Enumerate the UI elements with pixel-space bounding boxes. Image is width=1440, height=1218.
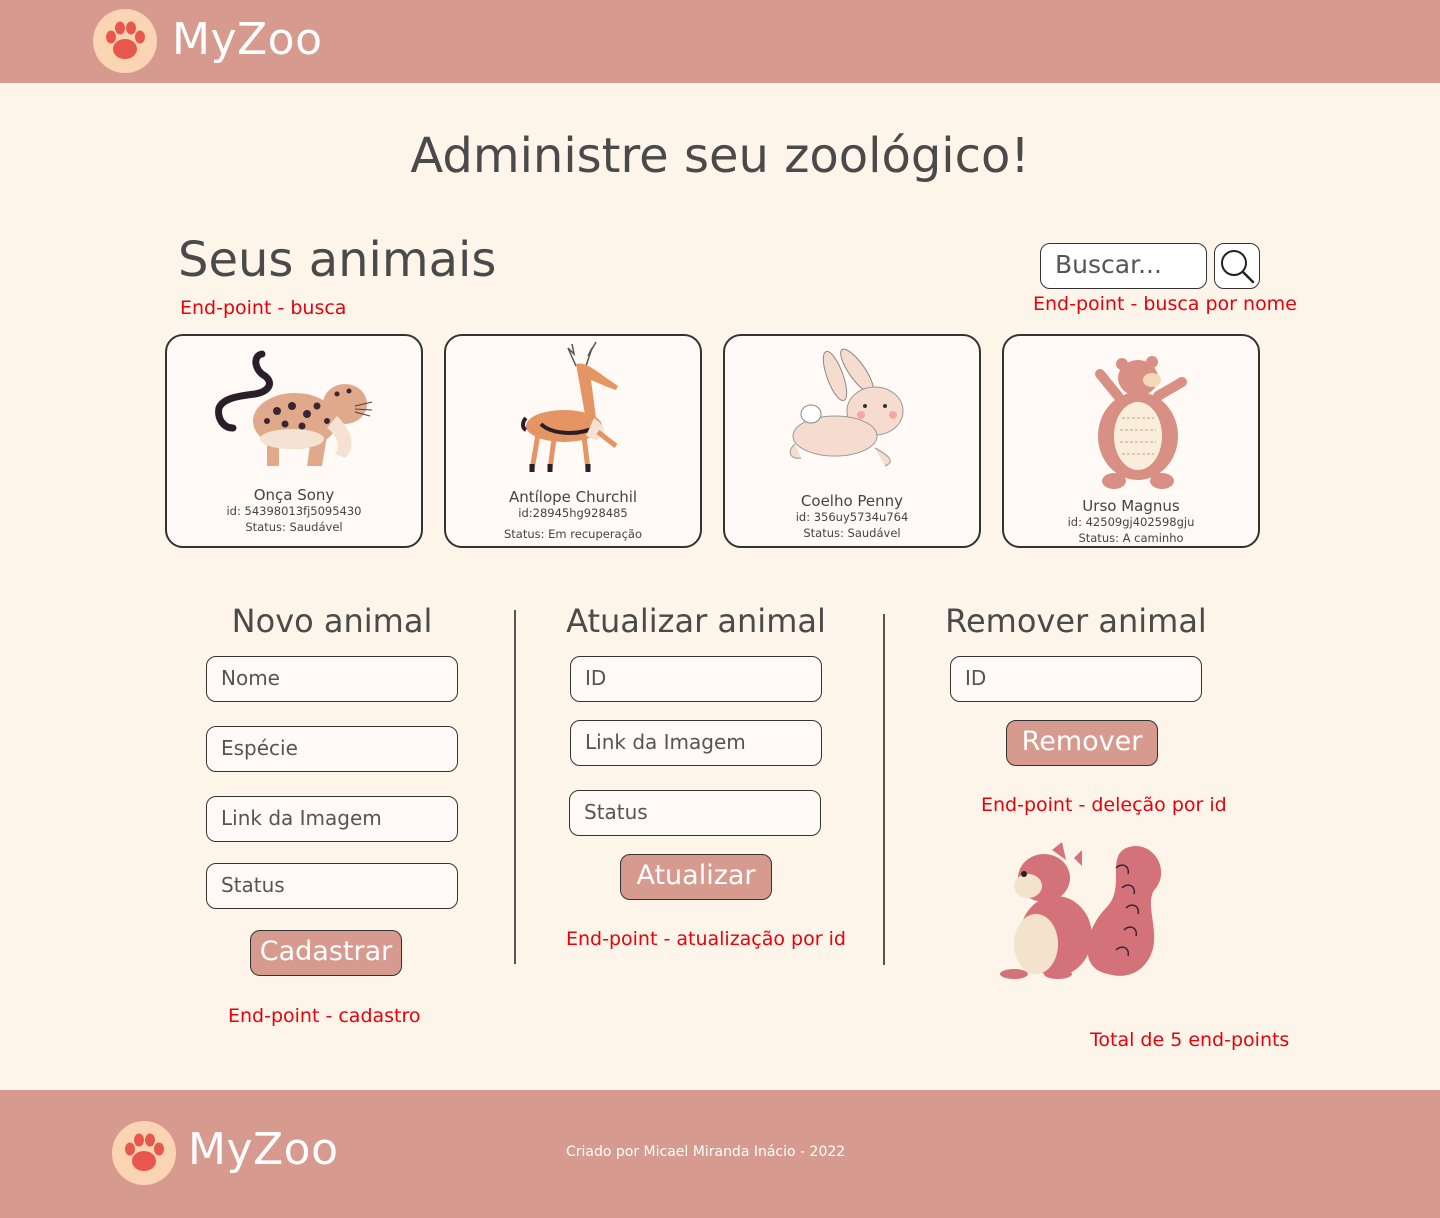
remove-button[interactable]: Remover [1006,720,1158,766]
animal-status: Status: Em recuperação [503,527,643,541]
rabbit-illustration-icon [789,348,904,467]
jaguar-illustration-icon [215,350,373,466]
note-create-endpoint: End-point - cadastro [228,1005,421,1027]
update-button[interactable]: Atualizar [620,854,772,900]
page-title: Administre seu zoológico! [410,128,1030,184]
create-title: Novo animal [231,602,433,640]
animal-status: Status: Saudável [245,520,343,534]
create-image-link-field[interactable]: Link da Imagem [206,796,458,842]
animal-card[interactable]: Urso Magnus id: 42509gj402598gju Status:… [1002,334,1260,548]
column-divider [514,610,516,964]
total-endpoints-note: Total de 5 end-points [1090,1029,1290,1051]
animal-status: Status: A caminho [1078,531,1184,545]
animal-id: id: 54398013fj5095430 [226,504,362,518]
animal-id: id:28945hg928485 [518,506,628,520]
create-status-field[interactable]: Status [206,863,458,909]
animal-card[interactable]: Antílope Churchil id:28945hg928485 Statu… [444,334,702,548]
animal-name: Coelho Penny [800,492,904,510]
create-name-field[interactable]: Nome [206,656,458,702]
remove-title: Remover animal [945,602,1207,640]
update-image-link-field[interactable]: Link da Imagem [570,720,822,766]
update-status-field[interactable]: Status [569,790,821,836]
antelope-illustration-icon [521,341,618,472]
squirrel-illustration-icon [1000,842,1162,979]
column-divider [883,614,885,965]
note-update-endpoint: End-point - atualização por id [566,928,846,950]
note-search-endpoint: End-point - busca por nome [1033,293,1297,315]
create-button[interactable]: Cadastrar [250,930,402,976]
bear-illustration-icon [1095,356,1187,489]
search-icon [1221,250,1255,284]
paw-logo-icon[interactable] [112,1121,176,1185]
footer-credit: Criado por Micael Miranda Inácio - 2022 [566,1144,846,1160]
update-title: Atualizar animal [566,602,826,640]
footer-brand-name[interactable]: MyZoo [188,1128,338,1172]
create-species-field[interactable]: Espécie [206,726,458,772]
animal-name: Urso Magnus [1082,497,1180,515]
animal-name: Antílope Churchil [508,488,638,506]
animal-name: Onça Sony [253,486,335,504]
note-remove-endpoint: End-point - deleção por id [981,794,1227,816]
animal-id: id: 356uy5734u764 [795,510,909,524]
section-title-animals: Seus animais [178,232,497,288]
search-input[interactable]: Buscar... [1040,243,1207,289]
animal-id: id: 42509gj402598gju [1067,515,1195,529]
update-id-field[interactable]: ID [570,656,822,702]
animal-card[interactable]: Onça Sony id: 54398013fj5095430 Status: … [165,334,423,548]
header: MyZoo [0,0,1440,83]
note-list-endpoint: End-point - busca [180,297,347,319]
animal-card[interactable]: Coelho Penny id: 356uy5734u764 Status: S… [723,334,981,548]
remove-id-field[interactable]: ID [950,656,1202,702]
brand-name[interactable]: MyZoo [172,18,322,62]
animal-status: Status: Saudável [803,526,901,540]
paw-logo-icon[interactable] [93,9,157,73]
search-button[interactable] [1214,243,1260,289]
